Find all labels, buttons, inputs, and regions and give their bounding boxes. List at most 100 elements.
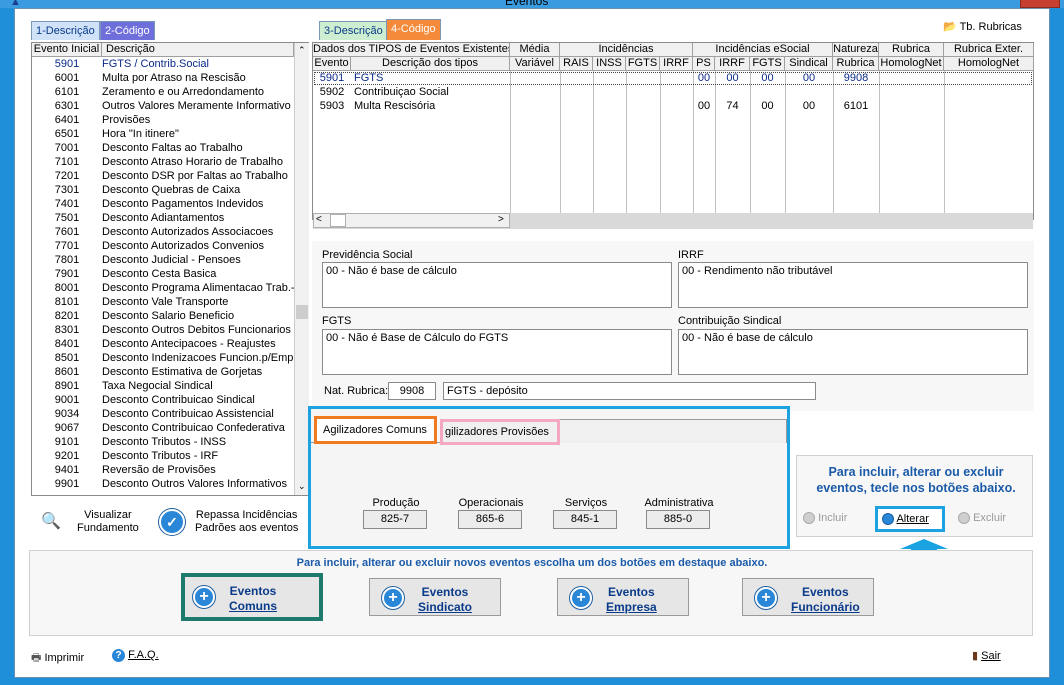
- event-list[interactable]: Evento Inicial Descrição 5901 FGTS / Cont…: [31, 42, 309, 496]
- cell-ps: 00: [697, 72, 711, 84]
- visualizar-fundamento-button[interactable]: Visualizar Fundamento: [77, 509, 139, 535]
- list-item[interactable]: 7401 Desconto Pagamentos Indevidos: [32, 197, 294, 211]
- eventos-button-0[interactable]: + Eventos Comuns: [181, 573, 323, 621]
- repassa-incidencias-button[interactable]: Repassa Incidências Padrões aos eventos: [195, 509, 298, 535]
- list-item[interactable]: 6301 Outros Valores Meramente Informativo: [32, 99, 294, 113]
- types-hscroll[interactable]: < >: [313, 213, 1033, 229]
- list-item[interactable]: 7701 Desconto Autorizados Convenios: [32, 239, 294, 253]
- faq-button[interactable]: ? F.A.Q.: [112, 649, 159, 662]
- list-item[interactable]: 9034 Desconto Contribuicao Assistencial: [32, 407, 294, 421]
- tab-codigo-left[interactable]: 2-Código: [100, 21, 155, 40]
- list-item[interactable]: 7501 Desconto Adiantamentos: [32, 211, 294, 225]
- col-descricao[interactable]: Descrição: [102, 43, 294, 57]
- list-item[interactable]: 8301 Desconto Outros Debitos Funcionarios: [32, 323, 294, 337]
- list-item[interactable]: 8901 Taxa Negocial Sindical: [32, 379, 294, 393]
- list-item-code: 7701: [54, 240, 80, 252]
- irrf-field[interactable]: 00 - Rendimento não tributável: [678, 262, 1028, 308]
- tab-agilizadores-provisoes[interactable]: gilizadores Provisões: [440, 419, 560, 445]
- list-item[interactable]: 6501 Hora "In itinere": [32, 127, 294, 141]
- scroll-up-icon[interactable]: ⌃: [298, 45, 306, 56]
- list-item[interactable]: 6001 Multa por Atraso na Rescisão: [32, 71, 294, 85]
- list-item[interactable]: 9201 Desconto Tributos - IRF: [32, 449, 294, 463]
- prev-field[interactable]: 00 - Não é base de cálculo: [322, 262, 672, 308]
- list-item-code: 9401: [54, 464, 80, 476]
- hscroll-thumb[interactable]: [330, 214, 346, 227]
- eventos-button-1[interactable]: + Eventos Sindicato: [369, 578, 501, 616]
- cell-rubrica: 6101: [843, 100, 869, 112]
- hdr-incidencias: Incidências: [560, 43, 693, 57]
- list-item[interactable]: 9901 Desconto Outros Valores Informativos: [32, 477, 294, 491]
- list-item-desc: Multa por Atraso na Rescisão: [102, 72, 246, 84]
- list-item[interactable]: 9401 Reversão de Provisões: [32, 463, 294, 477]
- scroll-thumb[interactable]: [296, 305, 308, 319]
- tab-descricao-right[interactable]: 3-Descrição: [319, 21, 388, 40]
- list-item[interactable]: 7301 Desconto Quebras de Caixa: [32, 183, 294, 197]
- incluir-button[interactable]: Incluir: [803, 512, 847, 525]
- list-item[interactable]: 7201 Desconto DSR por Faltas ao Trabalho: [32, 169, 294, 183]
- list-item[interactable]: 7101 Desconto Atraso Horario de Trabalho: [32, 155, 294, 169]
- list-item[interactable]: 7601 Desconto Autorizados Associacoes: [32, 225, 294, 239]
- window-title: Eventos: [505, 0, 549, 8]
- sub-evento: Evento: [313, 57, 351, 71]
- tab-agilizadores-comuns[interactable]: Agilizadores Comuns: [314, 416, 437, 444]
- tab-descricao-left[interactable]: 1-Descrição: [31, 21, 100, 40]
- types-grid[interactable]: Dados dos TIPOS de Eventos Existentes Mé…: [312, 42, 1034, 229]
- nat-rubrica-desc[interactable]: FGTS - depósito: [443, 382, 816, 400]
- imprimir-button[interactable]: 🖶 Imprimir: [31, 649, 84, 668]
- table-row[interactable]: 5902 Contribuiçao Social: [313, 86, 1033, 100]
- scroll-right-icon[interactable]: >: [498, 214, 504, 225]
- list-item[interactable]: 9067 Desconto Contribuicao Confederativa: [32, 421, 294, 435]
- list-item-desc: Desconto Atraso Horario de Trabalho: [102, 156, 283, 168]
- eventos-button-2[interactable]: + Eventos Empresa: [557, 578, 689, 616]
- close-button[interactable]: [1020, 0, 1060, 8]
- list-item[interactable]: 9001 Desconto Contribuicao Sindical: [32, 393, 294, 407]
- table-row[interactable]: 5901 FGTS 00 00 00 00 9908: [313, 72, 1033, 86]
- agilizador-label: Administrativa: [644, 497, 714, 509]
- tb-rubricas-button[interactable]: 📂 Tb. Rubricas: [943, 20, 1022, 33]
- list-item-desc: Outros Valores Meramente Informativo: [102, 100, 291, 112]
- alterar-button[interactable]: Alterar: [875, 506, 945, 532]
- scroll-left-icon[interactable]: <: [316, 214, 322, 225]
- list-item[interactable]: 5901 FGTS / Contrib.Social: [32, 57, 294, 71]
- table-row[interactable]: 5903 Multa Rescisória 00 74 00 00 6101: [313, 100, 1033, 114]
- sub-rais: RAIS: [560, 57, 593, 71]
- list-item[interactable]: 7801 Desconto Judicial - Pensoes: [32, 253, 294, 267]
- sair-button[interactable]: ▮ Sair: [972, 649, 1001, 662]
- col-evento-inicial[interactable]: Evento Inicial: [32, 43, 102, 57]
- agilizador-value[interactable]: 825-7: [363, 510, 427, 529]
- eventos-button-3[interactable]: + Eventos Funcionário: [742, 578, 874, 616]
- exit-door-icon: ▮: [972, 650, 979, 662]
- list-item[interactable]: 8401 Desconto Antecipacoes - Reajustes: [32, 337, 294, 351]
- list-item[interactable]: 6401 Provisões: [32, 113, 294, 127]
- list-item[interactable]: 7001 Desconto Faltas ao Trabalho: [32, 141, 294, 155]
- list-item[interactable]: 8501 Desconto Indenizacoes Funcion.p/Emp: [32, 351, 294, 365]
- agilizador-value[interactable]: 865-6: [458, 510, 522, 529]
- agilizador-value[interactable]: 845-1: [553, 510, 617, 529]
- hdr-media: Média: [510, 43, 560, 57]
- agilizador-value[interactable]: 885-0: [646, 510, 710, 529]
- list-item[interactable]: 8101 Desconto Vale Transporte: [32, 295, 294, 309]
- list-item[interactable]: 6101 Zeramento e ou Arredondamento: [32, 85, 294, 99]
- tab-codigo-right[interactable]: 4-Código: [386, 19, 441, 40]
- nat-rubrica-code[interactable]: 9908: [388, 382, 436, 400]
- hdr-rubrica-exter: Rubrica Exter.: [944, 43, 1034, 57]
- sind-field[interactable]: 00 - Não é base de cálculo: [678, 329, 1028, 375]
- list-item[interactable]: 8601 Desconto Estimativa de Gorjetas: [32, 365, 294, 379]
- app-icon: ▲: [10, 0, 21, 8]
- list-item-desc: Desconto Faltas ao Trabalho: [102, 142, 243, 154]
- eventos-button-label: Eventos Funcionário: [791, 585, 860, 614]
- list-item[interactable]: 8001 Desconto Programa Alimentacao Trab.-: [32, 281, 294, 295]
- check-circle-icon[interactable]: ✓: [159, 509, 185, 535]
- plus-circle-icon: +: [193, 586, 215, 608]
- excluir-button[interactable]: Excluir: [958, 512, 1006, 525]
- list-item-desc: Desconto Antecipacoes - Reajustes: [102, 338, 276, 350]
- event-list-scrollbar[interactable]: ⌃ ⌄: [294, 43, 309, 495]
- bottom-panel: Para incluir, alterar ou excluir novos e…: [29, 550, 1033, 636]
- list-item[interactable]: 8201 Desconto Salario Beneficio: [32, 309, 294, 323]
- fgts-field[interactable]: 00 - Não é Base de Cálculo do FGTS: [322, 329, 672, 375]
- magnifier-icon[interactable]: 🔍: [41, 511, 61, 531]
- list-item[interactable]: 7901 Desconto Cesta Basica: [32, 267, 294, 281]
- list-item[interactable]: 9101 Desconto Tributos - INSS: [32, 435, 294, 449]
- scroll-down-icon[interactable]: ⌄: [298, 481, 306, 492]
- sub-natureza-rubrica: Rubrica: [833, 57, 879, 71]
